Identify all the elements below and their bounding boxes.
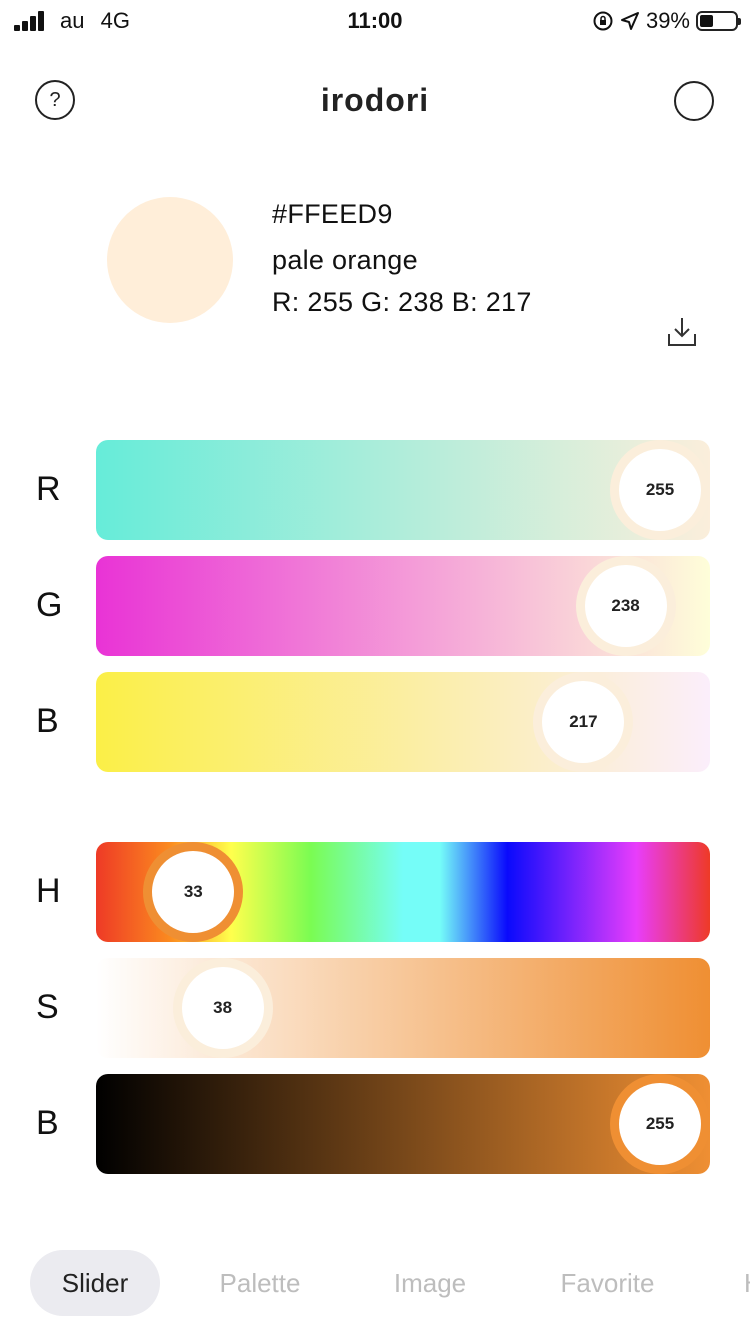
- tab-partial[interactable]: H: [744, 1250, 750, 1316]
- orientation-lock-icon: [593, 11, 613, 31]
- app-title: irodori: [320, 82, 430, 118]
- location-arrow-icon: [620, 12, 639, 30]
- slider-label-h: H: [36, 872, 61, 910]
- slider-knob-b[interactable]: 217: [533, 672, 634, 772]
- hex-code: #FFEED9: [272, 199, 393, 229]
- slider-knob-brightness[interactable]: 255: [610, 1074, 710, 1174]
- tab-image[interactable]: Image: [370, 1250, 490, 1316]
- tab-palette[interactable]: Palette: [200, 1250, 320, 1316]
- slider-track-b[interactable]: 217: [96, 672, 710, 772]
- battery-icon: [696, 11, 741, 31]
- battery-percentage: 39%: [645, 8, 690, 33]
- slider-track-h[interactable]: 33: [96, 842, 710, 942]
- tab-slider[interactable]: Slider: [30, 1250, 160, 1316]
- rgb-values: R: 255 G: 238 B: 217: [272, 287, 532, 317]
- color-name: pale orange: [272, 245, 418, 275]
- battery-level: [700, 15, 713, 27]
- status-right: 39%: [592, 6, 741, 36]
- slider-label-b: B: [36, 702, 59, 740]
- slider-track-r[interactable]: 255: [96, 440, 710, 540]
- color-swatch: [107, 197, 233, 323]
- download-icon[interactable]: [666, 316, 698, 348]
- slider-value-brightness: 255: [619, 1083, 701, 1165]
- slider-value-r: 255: [619, 449, 701, 531]
- tab-bar: Slider Palette Image Favorite H: [0, 1250, 750, 1318]
- slider-label-s: S: [36, 988, 59, 1026]
- status-bar: au 4G 11:00 39%: [0, 0, 750, 44]
- slider-value-g: 238: [584, 565, 667, 647]
- circle-icon[interactable]: [674, 81, 714, 121]
- slider-value-b: 217: [542, 681, 625, 763]
- slider-knob-r[interactable]: 255: [610, 440, 710, 540]
- slider-knob-g[interactable]: 238: [575, 556, 676, 656]
- slider-knob-s[interactable]: 38: [172, 958, 273, 1058]
- slider-value-h: 33: [152, 851, 235, 933]
- tab-favorite[interactable]: Favorite: [545, 1250, 670, 1316]
- slider-label-r: R: [36, 470, 61, 508]
- slider-label-brightness: B: [36, 1104, 59, 1142]
- slider-label-g: G: [36, 586, 63, 624]
- slider-value-s: 38: [181, 967, 264, 1049]
- slider-track-g[interactable]: 238: [96, 556, 710, 656]
- slider-track-s[interactable]: 38: [96, 958, 710, 1058]
- slider-track-brightness[interactable]: 255: [96, 1074, 710, 1174]
- slider-knob-h[interactable]: 33: [143, 842, 244, 942]
